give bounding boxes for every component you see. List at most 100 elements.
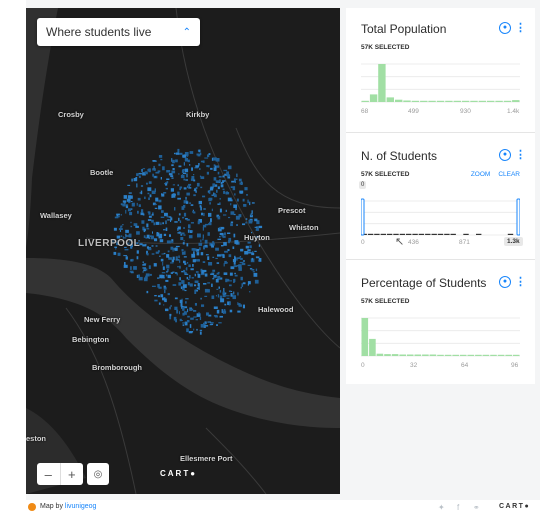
place-label-kirkby: Kirkby (186, 110, 210, 119)
locate-button[interactable]: ◎ (87, 463, 109, 485)
student-area-point (158, 199, 162, 203)
histogram-bar[interactable] (406, 354, 414, 357)
histogram-bar[interactable] (369, 338, 376, 356)
student-area-point (200, 186, 203, 189)
histogram-percentage-of-students[interactable] (361, 314, 520, 358)
zoom-link[interactable]: ZOOM (471, 171, 491, 178)
histogram-bar[interactable] (399, 354, 406, 357)
histogram-bar[interactable] (367, 233, 374, 235)
histogram-bar[interactable] (361, 318, 369, 356)
student-area-point (153, 165, 155, 169)
zoom-out-button[interactable]: – (37, 463, 61, 485)
histogram-bar[interactable] (461, 100, 470, 102)
color-drop-icon[interactable]: ● (499, 148, 511, 161)
histogram-bar[interactable] (452, 354, 459, 356)
histogram-bar[interactable] (414, 354, 422, 357)
histogram-bar[interactable] (411, 100, 420, 102)
color-drop-icon[interactable]: ● (499, 21, 511, 34)
histogram-bar[interactable] (431, 233, 437, 235)
more-menu-icon[interactable]: ⋮ (515, 275, 526, 288)
student-area-point (146, 290, 149, 294)
histogram-bar[interactable] (478, 100, 487, 102)
histogram-bar[interactable] (450, 233, 456, 235)
histogram-bar[interactable] (467, 354, 475, 356)
histogram-bar[interactable] (444, 354, 452, 356)
footer-bar: Map by livunigeog ✦ f ⚭ CART● (26, 500, 540, 520)
histogram-bar[interactable] (497, 354, 505, 356)
histogram-bar[interactable] (437, 354, 444, 356)
histogram-bar[interactable] (459, 354, 467, 356)
author-link[interactable]: livunigeog (65, 503, 97, 510)
facebook-icon[interactable]: f (457, 503, 459, 512)
student-area-point (221, 180, 226, 182)
histogram-bar[interactable] (437, 233, 444, 235)
histogram-bar[interactable] (418, 233, 425, 235)
histogram-bar[interactable] (429, 354, 437, 357)
student-area-point (227, 197, 232, 202)
histogram-bar[interactable] (453, 100, 461, 102)
histogram-bar[interactable] (505, 354, 512, 356)
range-handle[interactable] (361, 198, 365, 236)
histogram-bar[interactable] (391, 354, 399, 356)
histogram-bar[interactable] (470, 100, 478, 102)
histogram-bar[interactable] (495, 100, 503, 102)
layer-selector-dropdown[interactable]: Where students live ⌃ (37, 18, 200, 46)
color-drop-icon[interactable]: ● (499, 275, 511, 288)
student-area-point (208, 212, 212, 217)
histogram-bar[interactable] (376, 353, 384, 356)
place-label-bootle: Bootle (90, 168, 114, 177)
histogram-bar[interactable] (406, 233, 412, 235)
histogram-bar[interactable] (378, 64, 386, 102)
place-label-ellesmere: Ellesmere Port (180, 454, 233, 463)
histogram-bar[interactable] (386, 233, 393, 235)
histogram-bar[interactable] (487, 100, 495, 102)
clear-link[interactable]: CLEAR (498, 171, 520, 178)
more-menu-icon[interactable]: ⋮ (515, 21, 526, 34)
histogram-total-population[interactable] (361, 60, 520, 104)
histogram-bar[interactable] (361, 100, 369, 102)
histogram-bar[interactable] (445, 100, 453, 102)
histogram-bar[interactable] (490, 354, 497, 356)
histogram-bar[interactable] (420, 100, 428, 102)
histogram-bar[interactable] (425, 233, 431, 235)
range-handle[interactable] (516, 198, 520, 236)
histogram-n-of-students[interactable] (361, 197, 520, 237)
student-area-point (233, 265, 238, 268)
histogram-bar[interactable] (428, 100, 436, 102)
more-menu-icon[interactable]: ⋮ (515, 148, 526, 161)
histogram-bar[interactable] (463, 233, 469, 235)
student-area-point (187, 308, 189, 313)
histogram-bar[interactable] (412, 233, 418, 235)
histogram-bar[interactable] (386, 97, 394, 102)
histogram-bar[interactable] (475, 354, 482, 356)
histogram-bar[interactable] (436, 100, 445, 102)
zoom-in-button[interactable]: + (61, 463, 84, 485)
histogram-bar[interactable] (395, 99, 403, 102)
student-area-point (166, 240, 171, 244)
histogram-bar[interactable] (482, 354, 490, 356)
histogram-bar[interactable] (507, 233, 514, 235)
twitter-icon[interactable]: ✦ (438, 503, 445, 512)
widget-icons: ● ⋮ (499, 21, 526, 34)
student-area-point (216, 262, 220, 264)
histogram-bar[interactable] (444, 233, 450, 235)
student-area-point (204, 244, 208, 247)
map-view[interactable]: Crosby Kirkby Bootle Wallasey LIVERPOOL Presc… (26, 8, 340, 494)
histogram-bar[interactable] (476, 233, 482, 235)
student-area-point (202, 234, 204, 239)
histogram-bar[interactable] (512, 354, 520, 356)
student-area-point (181, 320, 183, 321)
student-area-point (124, 262, 126, 266)
histogram-bar[interactable] (503, 100, 512, 102)
histogram-bar[interactable] (374, 233, 380, 235)
histogram-bar[interactable] (384, 354, 391, 356)
histogram-bar[interactable] (369, 94, 378, 102)
histogram-bar[interactable] (403, 100, 411, 103)
link-icon[interactable]: ⚭ (473, 503, 480, 512)
student-area-point (199, 247, 201, 251)
histogram-bar[interactable] (380, 233, 386, 235)
student-area-point (211, 283, 213, 287)
histogram-bar[interactable] (422, 354, 429, 357)
histogram-bar[interactable] (512, 100, 520, 102)
place-label-whiston: Whiston (289, 223, 319, 232)
